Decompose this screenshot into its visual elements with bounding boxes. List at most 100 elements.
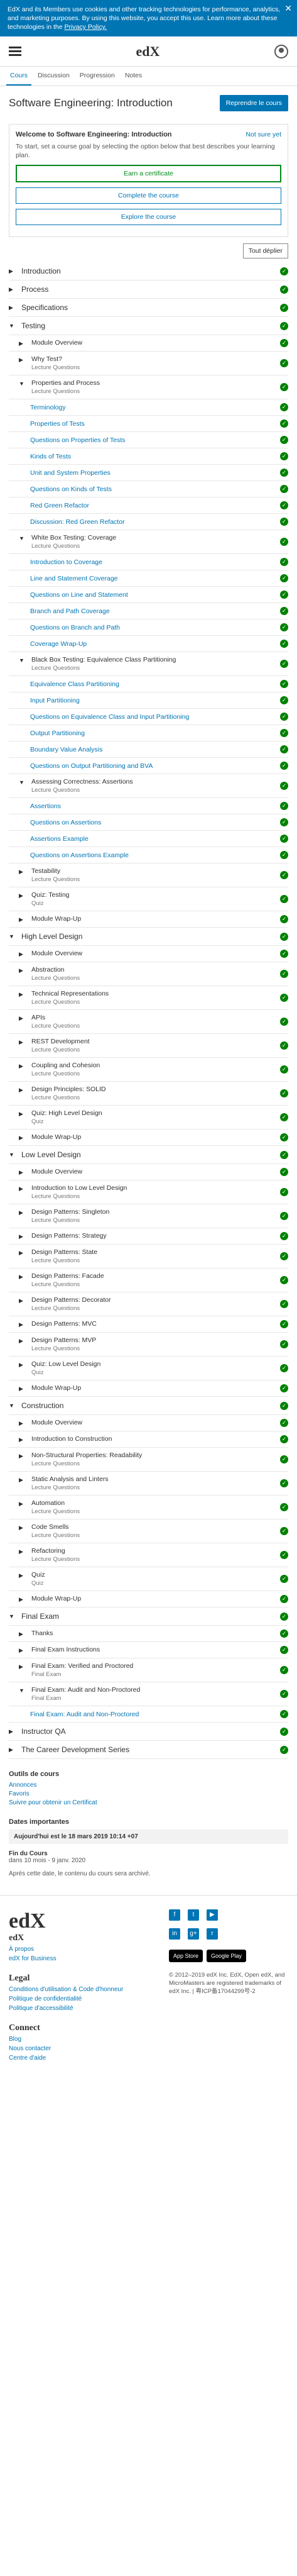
privacy-link[interactable]: Politique de confidentialité bbox=[9, 1996, 123, 2002]
chevron-right-icon[interactable]: ▶ bbox=[19, 1232, 28, 1240]
chevron-right-icon[interactable]: ▶ bbox=[19, 1523, 28, 1531]
chevron-right-icon[interactable]: ▶ bbox=[19, 1571, 28, 1579]
chevron-right-icon[interactable]: ▶ bbox=[9, 267, 18, 275]
subsection-row[interactable]: ▶ Design Patterns: Facade Lecture Question… bbox=[9, 1269, 288, 1292]
chevron-right-icon[interactable]: ▶ bbox=[19, 1085, 28, 1094]
chevron-down-icon[interactable]: ▼ bbox=[19, 1686, 28, 1694]
chevron-right-icon[interactable]: ▶ bbox=[19, 339, 28, 347]
unit-link[interactable]: Questions on Output Partitioning and BVA… bbox=[9, 758, 288, 774]
subsection-row[interactable]: ▶ Introduction to Construction ✓ bbox=[9, 1431, 288, 1448]
subsection-row[interactable]: ▶ Module Overview ✓ bbox=[9, 1415, 288, 1431]
unit-link[interactable]: Assertions Example ✓ bbox=[9, 831, 288, 847]
subsection-row[interactable]: ▶ Testability Lecture Questions ✓ bbox=[9, 863, 288, 887]
subsection-row[interactable]: ▶ Final Exam: Verified and Proctored Final… bbox=[9, 1658, 288, 1682]
unit-link[interactable]: Questions on Properties of Tests ✓ bbox=[9, 432, 288, 448]
chevron-down-icon[interactable]: ▼ bbox=[9, 932, 18, 940]
subsection-row[interactable]: ▶ Why Test? Lecture Questions ✓ bbox=[9, 352, 288, 375]
tab-2[interactable]: Progression bbox=[76, 67, 119, 86]
subsection-row[interactable]: ▼ White Box Testing: Coverage Lecture Ques… bbox=[9, 530, 288, 554]
chevron-down-icon[interactable]: ▼ bbox=[9, 1612, 18, 1619]
subsection-row[interactable]: ▶ Module Overview ✓ bbox=[9, 1164, 288, 1180]
unit-link[interactable]: Input Partitioning ✓ bbox=[9, 692, 288, 709]
help-center-link[interactable]: Centre d'aide bbox=[9, 2055, 123, 2062]
terms-link[interactable]: Conditions d'utilisation & Code d'honneu… bbox=[9, 1986, 123, 1993]
subsection-row[interactable]: ▶ Automation Lecture Questions ✓ bbox=[9, 1496, 288, 1519]
chevron-down-icon[interactable]: ▼ bbox=[19, 656, 28, 663]
unit-link[interactable]: Questions on Line and Statement ✓ bbox=[9, 587, 288, 603]
unit-link[interactable]: Questions on Kinds of Tests ✓ bbox=[9, 481, 288, 497]
announcements-link[interactable]: Annonces bbox=[9, 1782, 288, 1789]
subsection-row[interactable]: ▶ Module Overview ✓ bbox=[9, 946, 288, 962]
subsection-row[interactable]: ▶ Module Overview ✓ bbox=[9, 335, 288, 352]
contact-link[interactable]: Nous contacter bbox=[9, 2045, 123, 2052]
about-link[interactable]: À propos bbox=[9, 1946, 123, 1953]
section-row[interactable]: ▶ The Career Development Series ✓ bbox=[9, 1741, 288, 1759]
unit-link[interactable]: Properties of Tests ✓ bbox=[9, 416, 288, 432]
chevron-right-icon[interactable]: ▶ bbox=[19, 1646, 28, 1654]
not-sure-yet-link[interactable]: Not sure yet bbox=[246, 131, 281, 138]
unit-link[interactable]: Equivalence Class Partitioning ✓ bbox=[9, 676, 288, 692]
subsection-row[interactable]: ▼ Final Exam: Audit and Non-Proctored Fina… bbox=[9, 1682, 288, 1706]
unit-link[interactable]: Terminology ✓ bbox=[9, 399, 288, 416]
footer-logo[interactable]: edX bbox=[9, 1909, 123, 1933]
section-row[interactable]: ▶ Specifications ✓ bbox=[9, 299, 288, 317]
verified-certificate-link[interactable]: Suivre pour obtenir un Certificat bbox=[9, 1799, 288, 1806]
unit-link[interactable]: Unit and System Properties ✓ bbox=[9, 465, 288, 481]
section-row[interactable]: ▼ Final Exam ✓ bbox=[9, 1607, 288, 1626]
close-icon[interactable]: ✕ bbox=[284, 4, 292, 13]
goal-certificate-button[interactable]: Earn a certificate bbox=[16, 165, 281, 182]
subsection-row[interactable]: ▶ Technical Representations Lecture Questi… bbox=[9, 986, 288, 1010]
subsection-row[interactable]: ▶ Static Analysis and Linters Lecture Ques… bbox=[9, 1472, 288, 1496]
tab-1[interactable]: Discussion bbox=[34, 67, 73, 86]
subsection-row[interactable]: ▶ Design Principles: SOLID Lecture Questio… bbox=[9, 1082, 288, 1106]
chevron-right-icon[interactable]: ▶ bbox=[19, 1435, 28, 1443]
chevron-right-icon[interactable]: ▶ bbox=[19, 966, 28, 974]
subsection-row[interactable]: ▶ Module Wrap-Up ✓ bbox=[9, 1380, 288, 1397]
subsection-row[interactable]: ▶ Module Wrap-Up ✓ bbox=[9, 1591, 288, 1607]
chevron-right-icon[interactable]: ▶ bbox=[19, 1384, 28, 1392]
unit-link[interactable]: Boundary Value Analysis ✓ bbox=[9, 741, 288, 758]
chevron-right-icon[interactable]: ▶ bbox=[19, 1062, 28, 1070]
chevron-right-icon[interactable]: ▶ bbox=[19, 915, 28, 923]
edx-logo[interactable]: edX bbox=[136, 43, 160, 60]
subsection-row[interactable]: ▶ Design Patterns: Singleton Lecture Quest… bbox=[9, 1204, 288, 1228]
chevron-right-icon[interactable]: ▶ bbox=[19, 1336, 28, 1345]
chevron-right-icon[interactable]: ▶ bbox=[19, 1014, 28, 1022]
chevron-right-icon[interactable]: ▶ bbox=[19, 1248, 28, 1257]
chevron-right-icon[interactable]: ▶ bbox=[19, 891, 28, 899]
section-row[interactable]: ▼ High Level Design ✓ bbox=[9, 928, 288, 946]
chevron-right-icon[interactable]: ▶ bbox=[19, 867, 28, 875]
bookmarks-link[interactable]: Favoris bbox=[9, 1790, 288, 1797]
blog-link[interactable]: Blog bbox=[9, 2036, 123, 2043]
privacy-policy-link[interactable]: Privacy Policy. bbox=[65, 23, 107, 31]
unit-link[interactable]: Questions on Equivalence Class and Input… bbox=[9, 709, 288, 725]
section-row[interactable]: ▼ Testing ✓ bbox=[9, 317, 288, 335]
tab-3[interactable]: Notes bbox=[121, 67, 146, 86]
subsection-row[interactable]: ▶ Module Wrap-Up ✓ bbox=[9, 1130, 288, 1146]
chevron-right-icon[interactable]: ▶ bbox=[19, 1595, 28, 1603]
subsection-row[interactable]: ▶ Design Patterns: MVP Lecture Questions ✓ bbox=[9, 1333, 288, 1357]
subsection-row[interactable]: ▶ Quiz: High Level Design Quiz ✓ bbox=[9, 1106, 288, 1130]
app-store-badge[interactable]: App Store bbox=[169, 1950, 203, 1962]
subsection-row[interactable]: ▶ Quiz: Testing Quiz ✓ bbox=[9, 887, 288, 911]
chevron-right-icon[interactable]: ▶ bbox=[9, 1745, 18, 1753]
unit-link[interactable]: Introduction to Coverage ✓ bbox=[9, 554, 288, 570]
chevron-right-icon[interactable]: ▶ bbox=[9, 1727, 18, 1735]
chevron-right-icon[interactable]: ▶ bbox=[19, 1360, 28, 1368]
unit-link[interactable]: Kinds of Tests ✓ bbox=[9, 448, 288, 465]
subsection-row[interactable]: ▶ Non-Structural Properties: Readability L… bbox=[9, 1448, 288, 1472]
subsection-row[interactable]: ▶ Design Patterns: State Lecture Questions… bbox=[9, 1245, 288, 1269]
subsection-row[interactable]: ▶ Thanks ✓ bbox=[9, 1626, 288, 1642]
chevron-right-icon[interactable]: ▶ bbox=[19, 1184, 28, 1192]
unit-link[interactable]: Discussion: Red Green Refactor ✓ bbox=[9, 514, 288, 530]
chevron-down-icon[interactable]: ▼ bbox=[19, 778, 28, 786]
chevron-down-icon[interactable]: ▼ bbox=[9, 321, 18, 329]
subsection-row[interactable]: ▶ Design Patterns: Decorator Lecture Quest… bbox=[9, 1292, 288, 1316]
unit-link[interactable]: Questions on Assertions Example ✓ bbox=[9, 847, 288, 863]
subsection-row[interactable]: ▶ Introduction to Low Level Design Lecture… bbox=[9, 1180, 288, 1204]
unit-link[interactable]: Red Green Refactor ✓ bbox=[9, 497, 288, 514]
linkedin-icon[interactable]: in bbox=[169, 1928, 180, 1940]
chevron-down-icon[interactable]: ▼ bbox=[19, 534, 28, 541]
chevron-right-icon[interactable]: ▶ bbox=[19, 1662, 28, 1670]
chevron-right-icon[interactable]: ▶ bbox=[19, 1547, 28, 1555]
